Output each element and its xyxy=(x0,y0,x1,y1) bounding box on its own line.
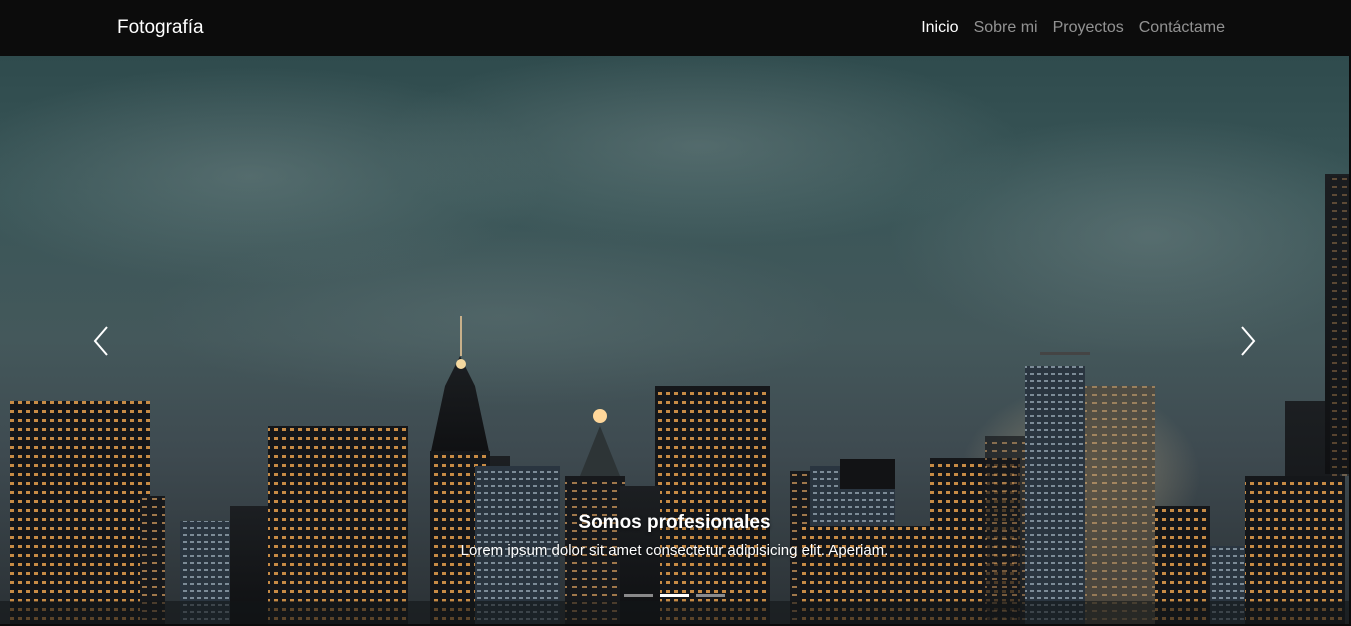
brand-logo[interactable]: Fotografía xyxy=(117,17,204,39)
nav-links: Inicio Sobre mi Proyectos Contáctame xyxy=(921,19,1225,37)
carousel-next-button[interactable] xyxy=(1235,324,1259,358)
nav-link-sobre-mi[interactable]: Sobre mi xyxy=(974,19,1038,37)
nav-link-contactame[interactable]: Contáctame xyxy=(1139,19,1225,37)
hero-carousel: Somos profesionales Lorem ipsum dolor si… xyxy=(0,56,1349,624)
carousel-indicator-3[interactable] xyxy=(696,594,725,597)
carousel-caption: Somos profesionales Lorem ipsum dolor si… xyxy=(0,512,1349,559)
carousel-indicator-1[interactable] xyxy=(624,594,653,597)
nav-link-inicio[interactable]: Inicio xyxy=(921,19,958,37)
caption-title: Somos profesionales xyxy=(578,512,771,533)
navbar: Fotografía Inicio Sobre mi Proyectos Con… xyxy=(0,0,1351,56)
carousel-prev-button[interactable] xyxy=(90,324,114,358)
carousel-indicator-2[interactable] xyxy=(660,594,689,597)
nav-link-proyectos[interactable]: Proyectos xyxy=(1053,19,1124,37)
caption-text: Lorem ipsum dolor sit amet consectetur a… xyxy=(460,542,889,559)
carousel-indicators xyxy=(0,594,1349,597)
chevron-left-icon xyxy=(93,326,108,356)
chevron-right-icon xyxy=(1241,326,1256,356)
